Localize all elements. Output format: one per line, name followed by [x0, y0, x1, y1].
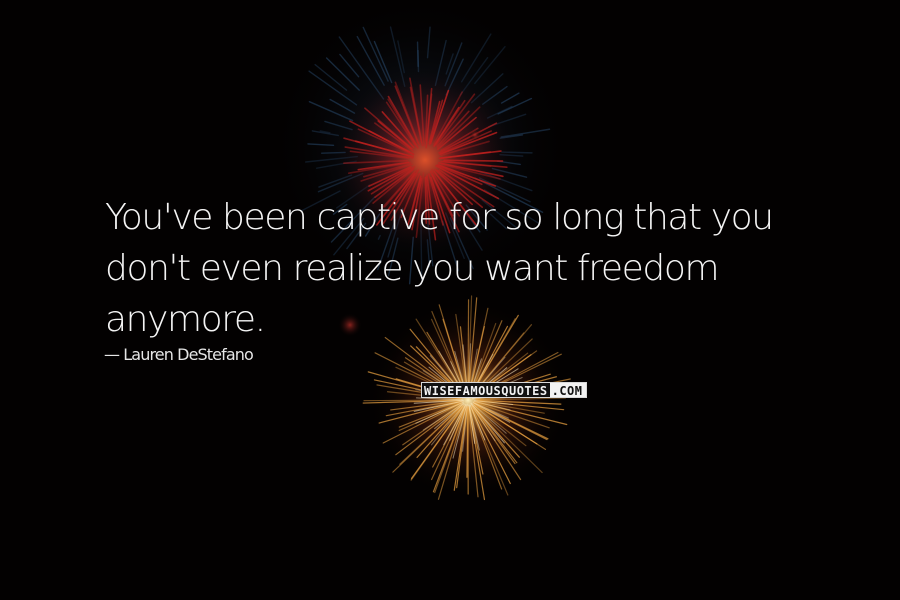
watermark-suffix: .COM [549, 382, 587, 398]
author-name: Lauren DeStefano [123, 345, 253, 364]
firework-streak [443, 159, 504, 162]
quote-author: — Lauren DeStefano [104, 345, 254, 364]
small-spark [469, 129, 481, 141]
author-dash: — [104, 345, 124, 364]
firework-streak [416, 41, 419, 68]
site-watermark-logo: WISEFAMOUSQUOTES .COM [421, 382, 587, 398]
firework-streak [363, 399, 462, 402]
watermark-brand: WISEFAMOUSQUOTES [421, 382, 550, 398]
quote-text: You've been captive for so long that you… [105, 197, 774, 340]
quote-image: You've been captive for so long that you… [0, 0, 900, 600]
